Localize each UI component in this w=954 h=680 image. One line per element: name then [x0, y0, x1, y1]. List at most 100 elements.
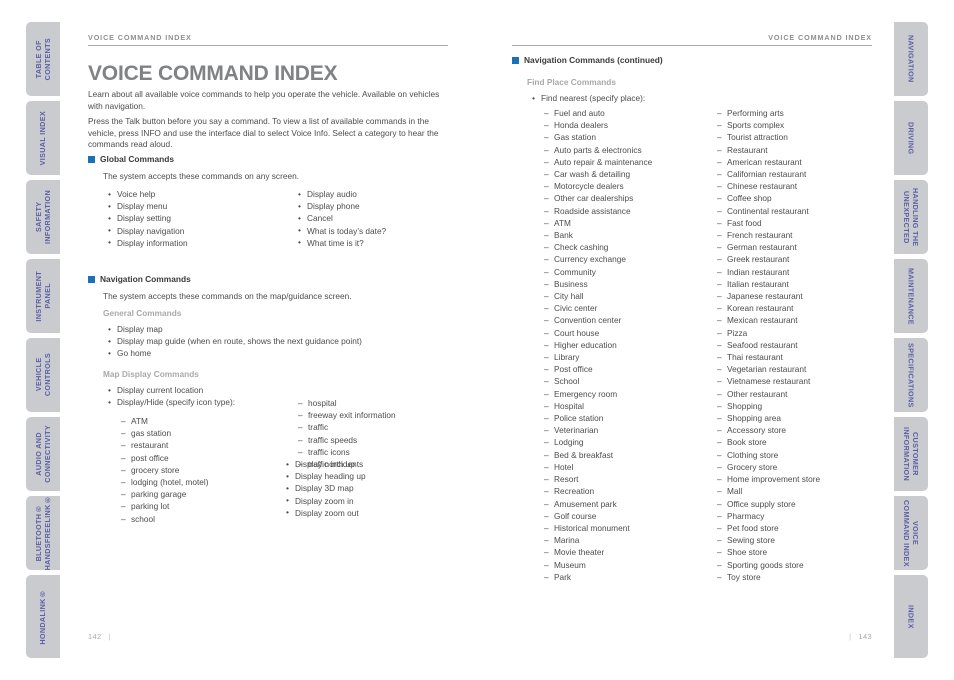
- sidebar-tab[interactable]: VEHICLE CONTROLS: [26, 338, 60, 412]
- list-item: Golf course: [544, 510, 652, 522]
- list-item: Convention center: [544, 314, 652, 326]
- sidebar-tab[interactable]: NAVIGATION: [894, 22, 928, 96]
- list-item: Continental restaurant: [717, 205, 820, 217]
- list-item: Auto parts & electronics: [544, 144, 652, 156]
- list-item: Accessory store: [717, 424, 820, 436]
- list-item: What is today’s date?: [298, 224, 386, 237]
- list-item: Business: [544, 278, 652, 290]
- list-item: Display information: [108, 236, 188, 249]
- section-navigation-commands-label: Navigation Commands: [100, 274, 191, 284]
- list-item: Cancel: [298, 212, 386, 224]
- list-item: German restaurant: [717, 241, 820, 253]
- sidebar-tab-label: DRIVING: [906, 121, 916, 155]
- right-tab-rail: NAVIGATION DRIVING HANDLING THE UNEXPECTED…: [894, 0, 928, 680]
- list-item: traffic speeds: [298, 434, 396, 446]
- list-item: Sewing store: [717, 534, 820, 546]
- sidebar-tab-label: SPECIFICATIONS: [906, 342, 916, 408]
- list-item: Shoe store: [717, 546, 820, 558]
- list-item: parking garage: [121, 488, 208, 500]
- list-item: Display zoom out: [286, 506, 366, 519]
- map-display-list-col2: Display north upDisplay heading upDispla…: [286, 457, 366, 519]
- list-item: Gas station: [544, 131, 652, 143]
- section-global-commands-label: Global Commands: [100, 154, 174, 164]
- sidebar-tab[interactable]: HANDLING THE UNEXPECTED: [894, 180, 928, 254]
- left-tab-rail: TABLE OF CONTENTS VISUAL INDEX SAFETY INFO…: [26, 0, 60, 680]
- list-item: Thai restaurant: [717, 351, 820, 363]
- list-item: Display north up: [286, 457, 366, 470]
- sidebar-tab[interactable]: SPECIFICATIONS: [894, 338, 928, 412]
- sidebar-tab-label: HANDLING THE UNEXPECTED: [902, 187, 921, 247]
- list-item: Display map: [108, 322, 362, 335]
- list-item: Community: [544, 266, 652, 278]
- sidebar-tab-label: HONDALINK®: [38, 588, 48, 645]
- list-item: Police station: [544, 412, 652, 424]
- sidebar-tab-label: VOICE COMMAND INDEX: [902, 499, 921, 567]
- list-item: Display current location: [108, 383, 235, 396]
- sidebar-tab[interactable]: INSTRUMENT PANEL: [26, 259, 60, 333]
- list-item: Find nearest (specify place):: [532, 91, 645, 104]
- list-item: Display setting: [108, 212, 188, 224]
- list-item: Court house: [544, 327, 652, 339]
- list-item: Amusement park: [544, 498, 652, 510]
- sidebar-tab[interactable]: HONDALINK®: [26, 575, 60, 658]
- list-item: school: [121, 513, 208, 525]
- list-item: Coffee shop: [717, 192, 820, 204]
- sidebar-tab[interactable]: CUSTOMER INFORMATION: [894, 417, 928, 491]
- sidebar-tab-label: TABLE OF CONTENTS: [33, 37, 52, 81]
- list-item: What time is it?: [298, 236, 386, 249]
- list-item: Display menu: [108, 200, 188, 212]
- list-item: Chinese restaurant: [717, 180, 820, 192]
- list-item: Other restaurant: [717, 388, 820, 400]
- list-item: Resort: [544, 473, 652, 485]
- sidebar-tab-label: CUSTOMER INFORMATION: [902, 426, 921, 482]
- sidebar-tab[interactable]: VISUAL INDEX: [26, 101, 60, 175]
- sidebar-tab-label: INSTRUMENT PANEL: [33, 270, 52, 322]
- sidebar-tab[interactable]: SAFETY INFORMATION: [26, 180, 60, 254]
- list-item: City hall: [544, 290, 652, 302]
- list-item: Lodging: [544, 436, 652, 448]
- list-item: Historical monument: [544, 522, 652, 534]
- sidebar-tab[interactable]: TABLE OF CONTENTS: [26, 22, 60, 96]
- header-rule-left: [88, 45, 448, 46]
- list-item: Hospital: [544, 400, 652, 412]
- list-item: Performing arts: [717, 107, 820, 119]
- list-item: Go home: [108, 347, 362, 359]
- running-head-right: VOICE COMMAND INDEX: [768, 33, 872, 42]
- list-item: French restaurant: [717, 229, 820, 241]
- sidebar-tab[interactable]: MAINTENANCE: [894, 259, 928, 333]
- list-item: Voice help: [108, 187, 188, 200]
- find-nearest-bullet-list: Find nearest (specify place):: [532, 91, 645, 104]
- list-item: Check cashing: [544, 241, 652, 253]
- sidebar-tab-label: NAVIGATION: [906, 35, 916, 83]
- blue-square-icon: [88, 275, 95, 283]
- list-item: Civic center: [544, 302, 652, 314]
- sidebar-tab[interactable]: INDEX: [894, 575, 928, 658]
- list-item: Home improvement store: [717, 473, 820, 485]
- global-commands-list-col2: Display audioDisplay phoneCancelWhat is …: [298, 187, 386, 249]
- sidebar-tab[interactable]: AUDIO AND CONNECTIVITY: [26, 417, 60, 491]
- list-item: Restaurant: [717, 144, 820, 156]
- sidebar-tab[interactable]: BLUETOOTH® HANDSFREELINK®: [26, 495, 60, 571]
- section-navigation-commands-continued-label: Navigation Commands (continued): [524, 55, 663, 65]
- sidebar-tab[interactable]: DRIVING: [894, 101, 928, 175]
- map-display-icon-types-col1: ATMgas stationrestaurantpost officegroce…: [121, 415, 208, 525]
- list-item: Higher education: [544, 339, 652, 351]
- global-commands-subtext: The system accepts these commands on any…: [103, 171, 299, 181]
- list-item: grocery store: [121, 464, 208, 476]
- list-item: Currency exchange: [544, 253, 652, 265]
- global-commands-list-col1: Voice helpDisplay menuDisplay setting Dis…: [108, 187, 188, 249]
- sidebar-tab-label: VISUAL INDEX: [38, 110, 48, 166]
- sidebar-tab-label: INDEX: [906, 604, 916, 629]
- find-place-list-col1: Fuel and autoHonda dealersGas stationAut…: [544, 107, 652, 583]
- blue-square-icon: [88, 155, 95, 163]
- list-item: Tourist attraction: [717, 131, 820, 143]
- group-find-place-commands: Find Place Commands: [527, 77, 616, 87]
- list-item: Park: [544, 571, 652, 583]
- list-item: Mexican restaurant: [717, 314, 820, 326]
- page-number-right: 143: [858, 632, 872, 641]
- list-item: Emergency room: [544, 388, 652, 400]
- sidebar-tab[interactable]: VOICE COMMAND INDEX: [894, 496, 928, 570]
- list-item: Shopping: [717, 400, 820, 412]
- list-item: Book store: [717, 436, 820, 448]
- section-global-commands: Global Commands: [88, 154, 174, 164]
